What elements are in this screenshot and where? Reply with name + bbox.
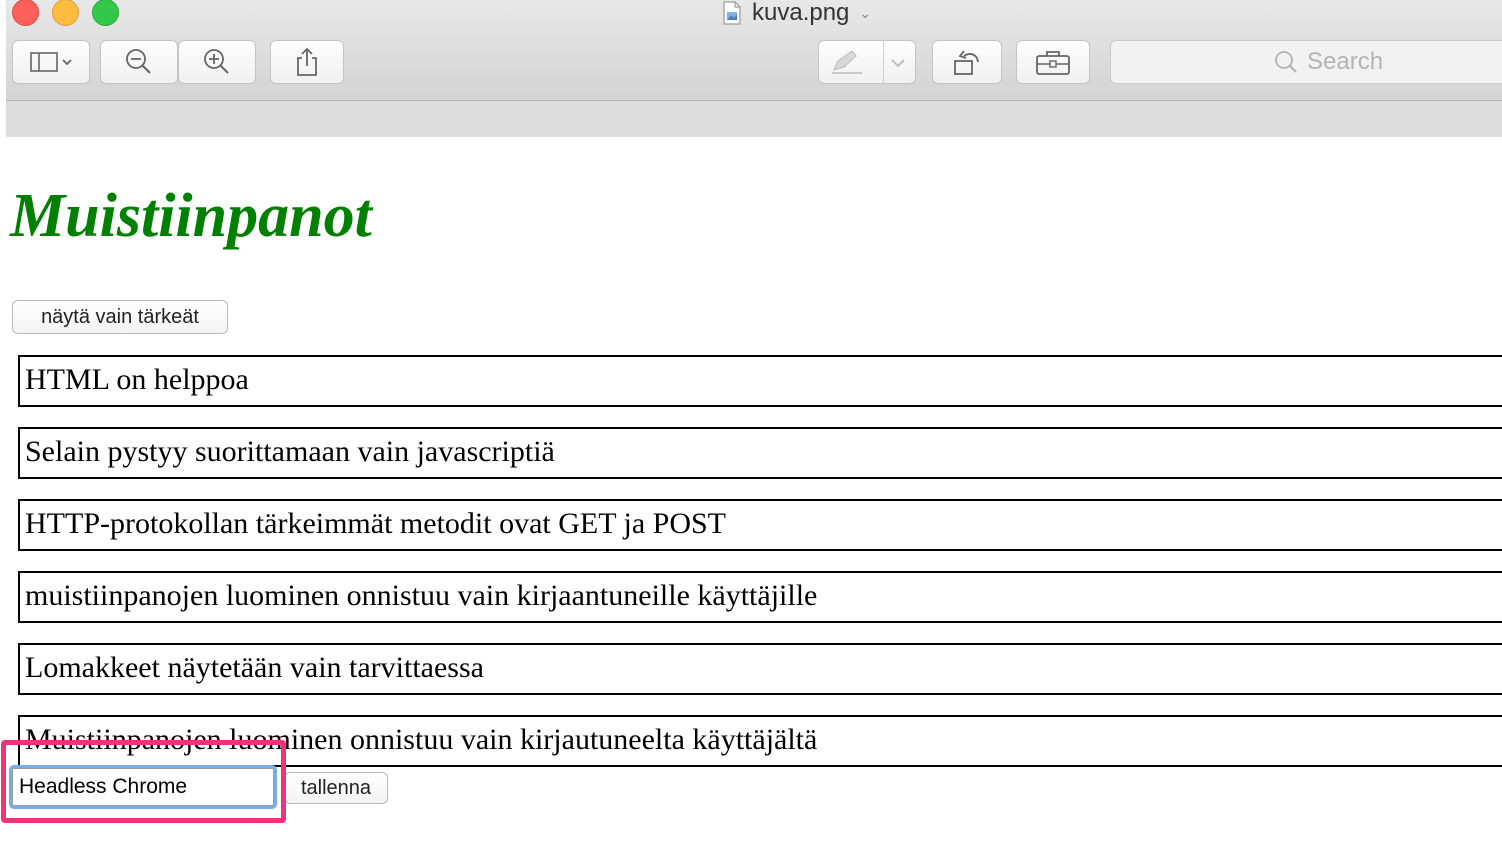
window-title[interactable]: kuva.png ⌄	[722, 0, 871, 26]
zoom-out-icon	[126, 49, 151, 74]
note-text: HTML on helppoa	[25, 363, 249, 396]
zoom-out-button[interactable]	[100, 40, 178, 84]
zoom-window-button[interactable]	[92, 0, 119, 26]
segment-divider	[883, 41, 884, 83]
rotate-button[interactable]	[932, 40, 1002, 84]
note-text: HTTP-protokollan tärkeimmät metodit ovat…	[25, 507, 727, 540]
image-file-icon	[722, 1, 742, 25]
save-button[interactable]: tallenna	[284, 772, 388, 804]
search-icon	[1275, 51, 1297, 73]
note-item: HTML on helppoa	[18, 355, 1502, 407]
note-text: Lomakkeet näytetään vain tarvittaessa	[25, 651, 484, 684]
page-heading: Muistiinpanot	[10, 182, 372, 250]
note-input[interactable]	[9, 765, 277, 809]
note-item: muistiinpanojen luominen onnistuu vain k…	[18, 571, 1502, 623]
toolbar-separator-band	[6, 101, 1502, 137]
note-item: Muistiinpanojen luominen onnistuu vain k…	[18, 715, 1502, 767]
window-title-text: kuva.png	[752, 0, 850, 26]
show-important-button[interactable]: näytä vain tärkeät	[12, 300, 228, 334]
note-item: Lomakkeet näytetään vain tarvittaessa	[18, 643, 1502, 695]
search-placeholder: Search	[1307, 48, 1384, 75]
chevron-down-icon[interactable]: ⌄	[859, 5, 871, 22]
window-toolbar: kuva.png ⌄ Search	[6, 0, 1502, 101]
note-text: muistiinpanojen luominen onnistuu vain k…	[25, 579, 818, 612]
toolbox-button[interactable]	[1016, 40, 1090, 84]
pen-markup-icon	[832, 50, 862, 74]
note-item: Selain pystyy suorittamaan vain javascri…	[18, 427, 1502, 479]
minimize-window-button[interactable]	[52, 0, 79, 26]
sidebar-button[interactable]	[12, 40, 90, 84]
share-button[interactable]	[270, 40, 344, 84]
note-text: Muistiinpanojen luominen onnistuu vain k…	[25, 723, 818, 756]
chevron-down-icon	[891, 59, 905, 68]
preview-window: kuva.png ⌄ Search Muistiinpanot näytä va…	[0, 0, 1502, 852]
share-icon	[297, 47, 317, 76]
markup-button[interactable]	[818, 40, 916, 84]
close-window-button[interactable]	[12, 0, 39, 26]
rotate-icon	[954, 50, 979, 75]
toolbox-icon	[1036, 51, 1070, 75]
search-field[interactable]: Search	[1110, 40, 1502, 84]
sidebar-toggle-icon	[30, 52, 72, 72]
note-text: Selain pystyy suorittamaan vain javascri…	[25, 435, 555, 468]
zoom-in-icon	[204, 49, 229, 74]
zoom-in-button[interactable]	[178, 40, 256, 84]
note-item: HTTP-protokollan tärkeimmät metodit ovat…	[18, 499, 1502, 551]
